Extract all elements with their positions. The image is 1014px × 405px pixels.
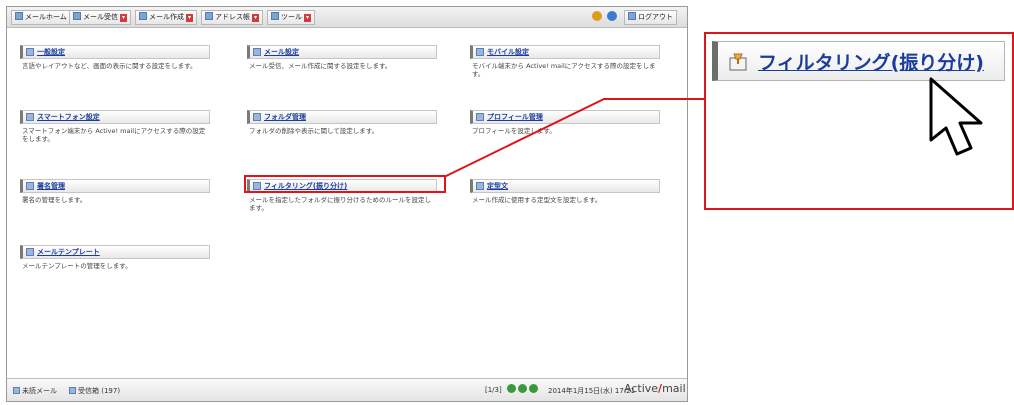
brand-left: Active [624, 382, 659, 395]
dropdown-icon[interactable]: ▾ [304, 14, 311, 22]
menu-item-desc: フォルダの削除や表示に関して設定します。 [249, 127, 379, 135]
refresh-icon[interactable] [518, 384, 527, 393]
settings-menu: 一般設定 言語やレイアウトなど、画面の表示に関する設定をします。 メール設定 メ… [15, 31, 687, 377]
dropdown-icon[interactable]: ▾ [186, 14, 193, 22]
logout-label: ログアウト [638, 13, 673, 21]
settings-icon [26, 48, 34, 56]
next-page-icon[interactable] [529, 384, 538, 393]
menu-item-general: 一般設定 言語やレイアウトなど、画面の表示に関する設定をします。 [20, 45, 210, 70]
smartphone-icon [26, 113, 34, 121]
mail-receive-button[interactable]: メール受信 ▾ [69, 10, 131, 25]
inbox-icon [69, 387, 76, 394]
help-icon[interactable] [607, 11, 617, 21]
menu-item-desc: スマートフォン端末から Active! mailにアクセスする際の設定をします。 [22, 127, 206, 143]
menu-item-desc: モバイル端末から Active! mailにアクセスする際の設定をします。 [472, 62, 656, 78]
menu-item-head[interactable]: メール設定 [247, 45, 437, 59]
menu-item-head[interactable]: モバイル設定 [470, 45, 660, 59]
mail-receive-label: メール受信 [83, 13, 118, 21]
inbox-icon [73, 12, 81, 20]
menu-item-desc: プロフィールを設定します。 [472, 127, 556, 135]
menu-item-desc: メール作成に使用する定型文を設定します。 [472, 196, 602, 204]
zoom-callout: フィルタリング(振り分け) [704, 32, 1014, 210]
menu-item-desc: メールを指定したフォルダに振り分けるためのルールを設定します。 [249, 196, 431, 212]
menu-item-desc: メール受信、メール作成に関する設定をします。 [249, 62, 392, 70]
mail-icon [253, 48, 261, 56]
address-book-button[interactable]: アドレス帳 ▾ [201, 10, 263, 25]
menu-item-signature: 署名管理 署名の管理をします。 [20, 179, 210, 204]
mail-compose-label: メール作成 [149, 13, 184, 21]
logout-icon [628, 12, 636, 20]
datetime: 2014年1月15日(水) 17:21 [548, 387, 636, 395]
inbox-link[interactable]: 受信箱 (197) [69, 386, 120, 396]
menu-item-mobile: モバイル設定 モバイル端末から Active! mailにアクセスする際の設定を… [470, 45, 660, 78]
menu-item-title[interactable]: フォルダ管理 [264, 112, 306, 122]
home-icon [15, 12, 23, 20]
highlight-box [244, 175, 446, 193]
brand-logo: Active/mail [624, 382, 686, 395]
tools-icon [271, 12, 279, 20]
menu-item-title[interactable]: 定型文 [487, 181, 508, 191]
dropdown-icon[interactable]: ▾ [252, 14, 259, 22]
menu-item-profile: プロフィール管理 プロフィールを設定します。 [470, 110, 660, 135]
menu-item-folder: フォルダ管理 フォルダの削除や表示に関して設定します。 [247, 110, 437, 135]
compose-icon [139, 12, 147, 20]
app-window: メールホーム メール受信 ▾ メール作成 ▾ アドレス帳 ▾ ツール ▾ ログアウト 一… [6, 6, 688, 402]
prev-page-icon[interactable] [507, 384, 516, 393]
zoom-title[interactable]: フィルタリング(振り分け) [758, 48, 984, 75]
menu-item-title[interactable]: メールテンプレート [37, 247, 100, 257]
menu-item-head[interactable]: プロフィール管理 [470, 110, 660, 124]
menu-item-head[interactable]: メールテンプレート [20, 245, 210, 259]
pager: [1/3] [485, 386, 502, 394]
address-book-label: アドレス帳 [215, 13, 250, 21]
menu-item-head[interactable]: 一般設定 [20, 45, 210, 59]
unread-label: 未読メール [22, 387, 57, 395]
menu-item-template-text: 定型文 メール作成に使用する定型文を設定します。 [470, 179, 660, 204]
menu-item-head[interactable]: スマートフォン設定 [20, 110, 210, 124]
menu-item-title[interactable]: プロフィール管理 [487, 112, 543, 122]
folder-icon [253, 113, 261, 121]
tools-button[interactable]: ツール ▾ [267, 10, 315, 25]
menu-item-desc: 言語やレイアウトなど、画面の表示に関する設定をします。 [22, 62, 197, 70]
mail-template-icon [26, 248, 34, 256]
menu-item-smartphone: スマートフォン設定 スマートフォン端末から Active! mailにアクセスす… [20, 110, 210, 143]
filter-icon [728, 50, 750, 72]
mail-home-button[interactable]: メールホーム [11, 10, 71, 25]
logout-button[interactable]: ログアウト [624, 10, 677, 25]
zoom-menu-item[interactable]: フィルタリング(振り分け) [712, 41, 1005, 81]
status-bar: 未読メール 受信箱 (197) [1/3] 2014年1月15日(水) 17:2… [7, 378, 687, 401]
template-text-icon [476, 182, 484, 190]
menu-item-title[interactable]: モバイル設定 [487, 47, 529, 57]
mail-home-label: メールホーム [25, 13, 67, 21]
unread-mail-link[interactable]: 未読メール [13, 386, 57, 396]
menu-item-head[interactable]: フォルダ管理 [247, 110, 437, 124]
mail-icon [13, 387, 20, 394]
address-book-icon [205, 12, 213, 20]
mobile-icon [476, 48, 484, 56]
menu-item-title[interactable]: スマートフォン設定 [37, 112, 100, 122]
menu-item-title[interactable]: 一般設定 [37, 47, 65, 57]
inbox-label: 受信箱 (197) [78, 387, 121, 395]
menu-item-title[interactable]: 署名管理 [37, 181, 65, 191]
toolbar: メールホーム メール受信 ▾ メール作成 ▾ アドレス帳 ▾ ツール ▾ ログアウト [7, 7, 687, 28]
dropdown-icon[interactable]: ▾ [120, 14, 127, 22]
menu-item-head[interactable]: 署名管理 [20, 179, 210, 193]
menu-item-mail-template: メールテンプレート メールテンプレートの管理をします。 [20, 245, 210, 270]
cursor-arrow-icon [929, 77, 983, 156]
menu-item-head[interactable]: 定型文 [470, 179, 660, 193]
menu-item-desc: 署名の管理をします。 [22, 196, 87, 204]
mail-compose-button[interactable]: メール作成 ▾ [135, 10, 197, 25]
tools-label: ツール [281, 13, 302, 21]
menu-item-desc: メールテンプレートの管理をします。 [22, 262, 132, 270]
profile-icon [476, 113, 484, 121]
status-icon[interactable] [592, 11, 602, 21]
signature-icon [26, 182, 34, 190]
menu-item-mail: メール設定 メール受信、メール作成に関する設定をします。 [247, 45, 437, 70]
menu-item-title[interactable]: メール設定 [264, 47, 299, 57]
brand-right: mail [662, 382, 686, 395]
